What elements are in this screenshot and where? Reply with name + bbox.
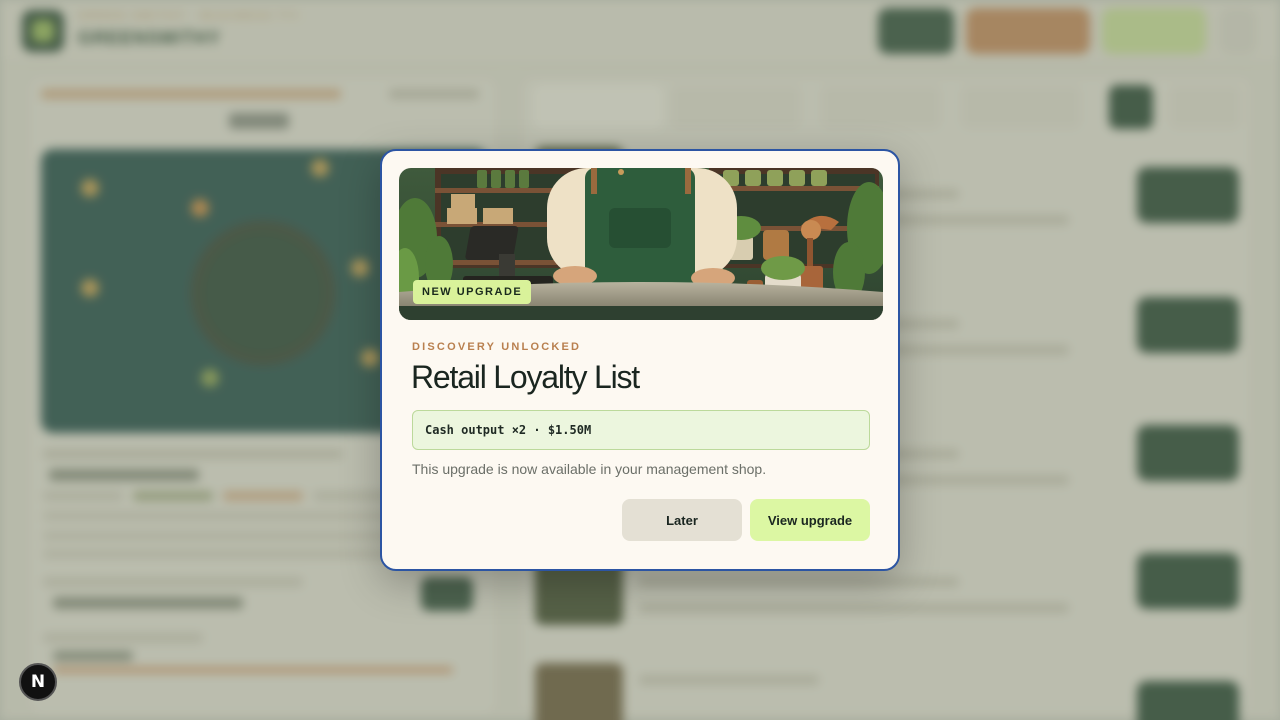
upgrade-unlocked-dialog: NEW UPGRADE DISCOVERY UNLOCKED Retail Lo… [380, 149, 900, 571]
dialog-title: Retail Loyalty List [411, 359, 640, 395]
dialog-eyebrow: DISCOVERY UNLOCKED [412, 341, 582, 353]
upgrade-hero-image: NEW UPGRADE [399, 168, 883, 320]
upgrade-effect-box: Cash output ×2 · $1.50M [412, 410, 870, 450]
dev-badge-label: N [30, 672, 46, 692]
upgrade-effect-text: Cash output ×2 · $1.50M [425, 423, 592, 437]
dialog-description: This upgrade is now available in your ma… [412, 461, 767, 477]
new-upgrade-badge: NEW UPGRADE [413, 280, 532, 304]
dev-tools-badge[interactable]: N [19, 663, 57, 701]
later-button[interactable]: Later [622, 499, 742, 541]
view-upgrade-button[interactable]: View upgrade [750, 499, 870, 541]
